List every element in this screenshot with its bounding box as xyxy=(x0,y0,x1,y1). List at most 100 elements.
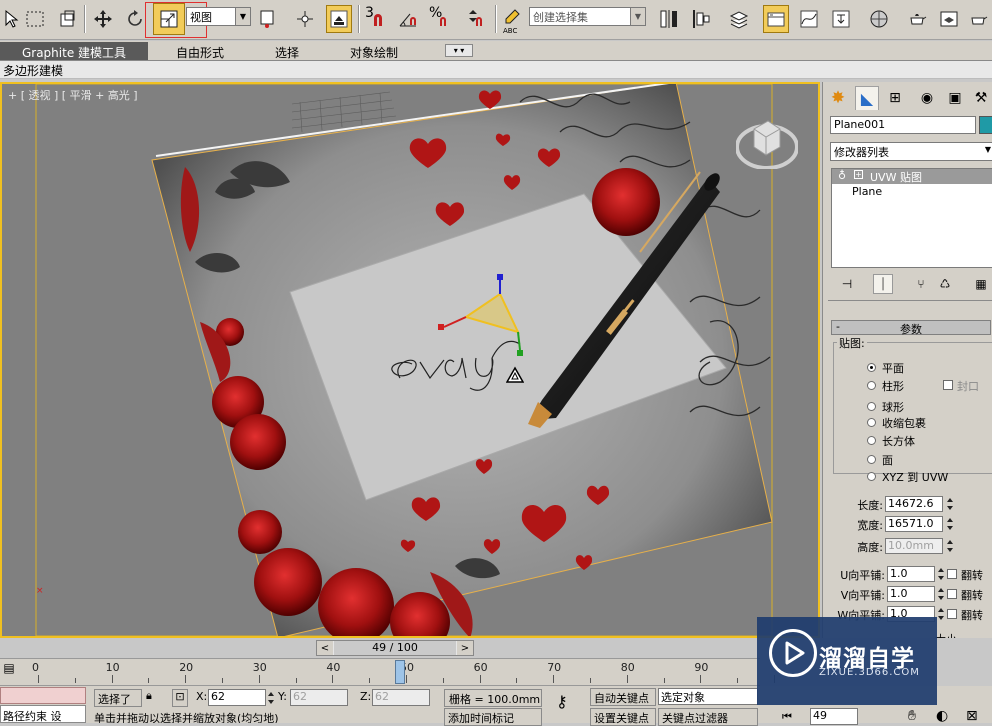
width-input[interactable]: 16571.0 xyxy=(885,516,943,532)
radio-face[interactable]: 面 xyxy=(867,452,977,467)
tab-selection[interactable]: 选择 xyxy=(265,42,309,60)
motion-tab[interactable]: ◉ xyxy=(915,86,939,110)
rect-selection-button[interactable] xyxy=(22,5,48,33)
make-unique-icon[interactable]: ⑂ xyxy=(911,274,931,294)
render-setup-button[interactable] xyxy=(904,5,930,33)
length-input[interactable]: 14672.6 xyxy=(885,496,943,512)
current-frame-marker[interactable] xyxy=(394,660,405,684)
angle-snap-button[interactable] xyxy=(395,5,421,33)
current-frame-field[interactable]: 49 xyxy=(810,708,858,725)
v-tile-spinner[interactable] xyxy=(936,586,946,602)
maxscript-listener-white[interactable]: 路径约束 设 xyxy=(0,705,86,723)
real-world-size-label[interactable]: 大小 xyxy=(935,631,957,638)
curve-editor-button[interactable] xyxy=(796,5,822,33)
track-bar[interactable]: ▤ 0 10 20 30 40 50 60 70 80 90 xyxy=(0,658,775,686)
tab-object-paint[interactable]: 对象绘制 xyxy=(340,42,408,60)
object-name-field[interactable]: Plane001 xyxy=(830,116,976,134)
modify-tab[interactable]: ◣ xyxy=(855,86,879,110)
pivot-center-button[interactable] xyxy=(254,5,280,33)
radio-label: 柱形 xyxy=(882,380,904,393)
time-slider[interactable]: < 49 / 100 > xyxy=(316,640,474,656)
pin-stack-icon[interactable]: ⊣ xyxy=(837,274,857,294)
viewport-label[interactable]: + [ 透视 ] [ 平滑 + 高光 ] xyxy=(8,87,138,103)
track-bar-menu-icon[interactable]: ▤ xyxy=(0,661,18,683)
width-spinner[interactable] xyxy=(945,516,955,532)
x-coord-spinner[interactable] xyxy=(266,690,276,706)
ref-coord-select[interactable]: 视图 ▼ xyxy=(186,7,251,26)
key-selection-set-dropdown[interactable]: 选定对象 xyxy=(658,688,758,705)
cap-checkbox[interactable]: 封口 xyxy=(943,378,992,393)
manipulate-button[interactable] xyxy=(292,5,318,33)
lock-icon[interactable]: 🔒︎ xyxy=(146,689,160,707)
tab-freeform[interactable]: 自由形式 xyxy=(166,42,234,60)
configure-modifier-sets-icon[interactable]: ▦ xyxy=(971,274,991,294)
height-spinner[interactable] xyxy=(945,538,955,554)
add-time-tag-button[interactable]: 添加时间标记 xyxy=(444,708,542,726)
w-tile-spinner[interactable] xyxy=(936,606,946,622)
quick-render-button[interactable] xyxy=(966,5,992,33)
time-slider-label[interactable]: 49 / 100 xyxy=(334,641,456,655)
material-editor-button[interactable] xyxy=(866,5,892,33)
orbit-icon[interactable]: ◐ xyxy=(936,708,948,724)
modifier-list-dropdown[interactable]: 修改器列表 ▼ xyxy=(830,142,992,161)
hierarchy-tab[interactable]: ⊞ xyxy=(883,86,907,110)
graphite-toggle-button[interactable] xyxy=(763,5,789,33)
layer-manager-button[interactable] xyxy=(726,5,752,33)
select-move-button[interactable] xyxy=(90,5,116,33)
keyboard-shortcut-toggle[interactable] xyxy=(326,5,352,33)
key-filters-button[interactable]: 关键点过滤器 xyxy=(658,708,758,726)
v-flip-checkbox[interactable]: 翻转 xyxy=(947,587,992,602)
w-flip-checkbox[interactable]: 翻转 xyxy=(947,607,992,622)
object-color-swatch[interactable] xyxy=(979,116,992,134)
edit-named-sets-button[interactable]: ABC xyxy=(499,5,525,35)
rendered-frame-button[interactable] xyxy=(936,5,962,33)
y-coord-field[interactable]: 62 xyxy=(290,689,348,706)
radio-box[interactable]: 长方体 xyxy=(867,433,977,448)
remove-modifier-icon[interactable]: ♺ xyxy=(935,274,955,294)
toolbar-separator xyxy=(84,5,86,33)
ribbon-options-dropdown[interactable]: ▾ ▾ xyxy=(445,44,473,57)
z-coord-field[interactable]: 62 xyxy=(372,689,430,706)
viewcube[interactable] xyxy=(735,117,799,170)
show-end-result-icon[interactable]: ⏐ xyxy=(873,274,893,294)
x-coord-field[interactable]: 62 xyxy=(208,689,266,706)
u-flip-checkbox[interactable]: 翻转 xyxy=(947,567,992,582)
set-key-button[interactable]: 设置关键点 xyxy=(590,708,656,726)
u-tile-spinner[interactable] xyxy=(936,566,946,582)
absolute-mode-icon[interactable]: ⊡ xyxy=(172,689,188,707)
key-icon[interactable]: ⚷ xyxy=(556,692,568,711)
length-spinner[interactable] xyxy=(945,496,955,512)
utilities-tab[interactable]: ⚒ xyxy=(969,86,992,110)
align-button[interactable] xyxy=(688,5,714,33)
named-selection-select[interactable]: 创建选择集 ▼ xyxy=(529,7,646,26)
radio-shrink-wrap[interactable]: 收缩包裹 xyxy=(867,415,977,430)
stack-item-uvw-map[interactable]: ♁ + UVW 贴图 xyxy=(832,169,992,184)
z-label: Z: xyxy=(360,690,372,703)
polygon-modeling-label[interactable]: 多边形建模 xyxy=(3,62,63,79)
height-input[interactable]: 10.0mm xyxy=(885,538,943,554)
auto-key-button[interactable]: 自动关键点 xyxy=(590,688,656,706)
v-tile-input[interactable]: 1.0 xyxy=(887,586,935,602)
window-crossing-button[interactable] xyxy=(54,5,80,33)
prev-frame-icon[interactable]: < xyxy=(317,641,333,655)
tab-graphite-modeling[interactable]: Graphite 建模工具 xyxy=(0,42,148,60)
radio-xyz-to-uvw[interactable]: XYZ 到 UVW xyxy=(867,469,977,484)
create-tab[interactable]: ✸ xyxy=(826,86,850,110)
radio-spherical[interactable]: 球形 xyxy=(867,399,977,414)
snap-toggle-button[interactable]: 3 xyxy=(363,5,389,33)
stack-item-plane[interactable]: Plane xyxy=(832,185,992,200)
display-tab[interactable]: ▣ xyxy=(943,86,967,110)
schematic-view-button[interactable] xyxy=(828,5,854,33)
pan-hand-icon[interactable]: ✋︎ xyxy=(908,708,916,724)
go-to-start-icon[interactable]: ⏮ xyxy=(782,710,792,724)
next-frame-icon[interactable]: > xyxy=(457,641,473,655)
radio-planar[interactable]: 平面 xyxy=(867,360,977,375)
spinner-snap-button[interactable] xyxy=(463,5,489,33)
mirror-button[interactable] xyxy=(656,5,682,33)
maximize-viewport-icon[interactable]: ⊠ xyxy=(966,708,978,724)
perspective-viewport[interactable]: × + [ 透视 ] [ 平滑 + 高光 ] xyxy=(0,82,820,638)
percent-snap-button[interactable]: % xyxy=(427,5,453,33)
u-tile-input[interactable]: 1.0 xyxy=(887,566,935,582)
parameters-rollout-header[interactable]: - 参数 xyxy=(831,320,991,336)
maxscript-listener-pink[interactable] xyxy=(0,687,86,704)
